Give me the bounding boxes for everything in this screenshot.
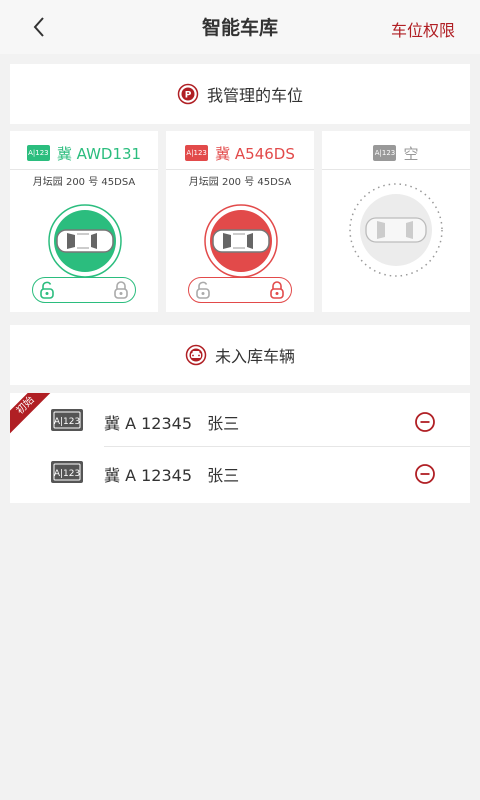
parking-permission-link[interactable]: 车位权限 (391, 17, 455, 41)
unparked-vehicles-header: 未入库车辆 (10, 325, 470, 385)
list-item[interactable]: A|123 冀 A 12345 张三 (10, 445, 470, 499)
managed-spaces-header: P 我管理的车位 (10, 64, 470, 124)
unlock-icon (196, 281, 210, 299)
space-address: 月坛园 200 号 45DSA (32, 177, 136, 188)
svg-text:A|123: A|123 (54, 469, 80, 479)
parking-space-card[interactable]: A|123 冀 A546DS 月坛园 200 号 45DSA (166, 131, 314, 312)
top-bar: 智能车库 车位权限 (0, 0, 480, 54)
car-empty-icon (349, 183, 443, 277)
license-plate-icon: A|123 (373, 145, 397, 161)
car-front-icon (185, 344, 207, 366)
unparked-vehicles-title: 未入库车辆 (214, 347, 295, 366)
license-plate-icon: A|123 (26, 145, 50, 161)
chevron-left-icon (33, 17, 44, 37)
parking-icon: P (177, 83, 199, 105)
lock-toggle[interactable] (32, 277, 136, 303)
managed-spaces-title: 我管理的车位 (206, 86, 303, 105)
space-address: 月坛园 200 号 45DSA (188, 177, 292, 188)
parking-space-card[interactable]: A|123 空 (322, 131, 470, 312)
remove-circle-icon[interactable] (414, 463, 436, 485)
remove-circle-icon[interactable] (414, 411, 436, 433)
list-item[interactable]: A|123 冀 A 12345 张三 (10, 393, 470, 447)
lock-icon (114, 281, 128, 299)
vehicle-plate: 冀 A 12345 (104, 466, 193, 485)
lock-icon (270, 281, 284, 299)
vehicle-list: 初始 A|123 冀 A 12345 张三 A|123 冀 A 12345 张三 (10, 393, 470, 503)
lock-toggle[interactable] (188, 277, 292, 303)
vehicle-plate: 冀 A 12345 (104, 414, 193, 433)
car-parked-icon (48, 204, 122, 278)
svg-text:P: P (185, 91, 192, 101)
parking-space-card[interactable]: A|123 冀 AWD131 月坛园 200 号 45DSA (10, 131, 158, 312)
license-plate-icon: A|123 (51, 409, 83, 431)
plate-number: 空 (403, 144, 419, 163)
back-button[interactable] (26, 14, 52, 40)
plate-number: 冀 AWD131 (56, 144, 142, 163)
license-plate-icon: A|123 (185, 145, 209, 161)
unlock-icon (40, 281, 54, 299)
car-parked-icon (204, 204, 278, 278)
plate-number: 冀 A546DS (215, 144, 295, 163)
license-plate-icon: A|123 (51, 461, 83, 483)
vehicle-owner: 张三 (207, 414, 240, 433)
svg-text:A|123: A|123 (54, 417, 80, 427)
vehicle-owner: 张三 (207, 466, 240, 485)
